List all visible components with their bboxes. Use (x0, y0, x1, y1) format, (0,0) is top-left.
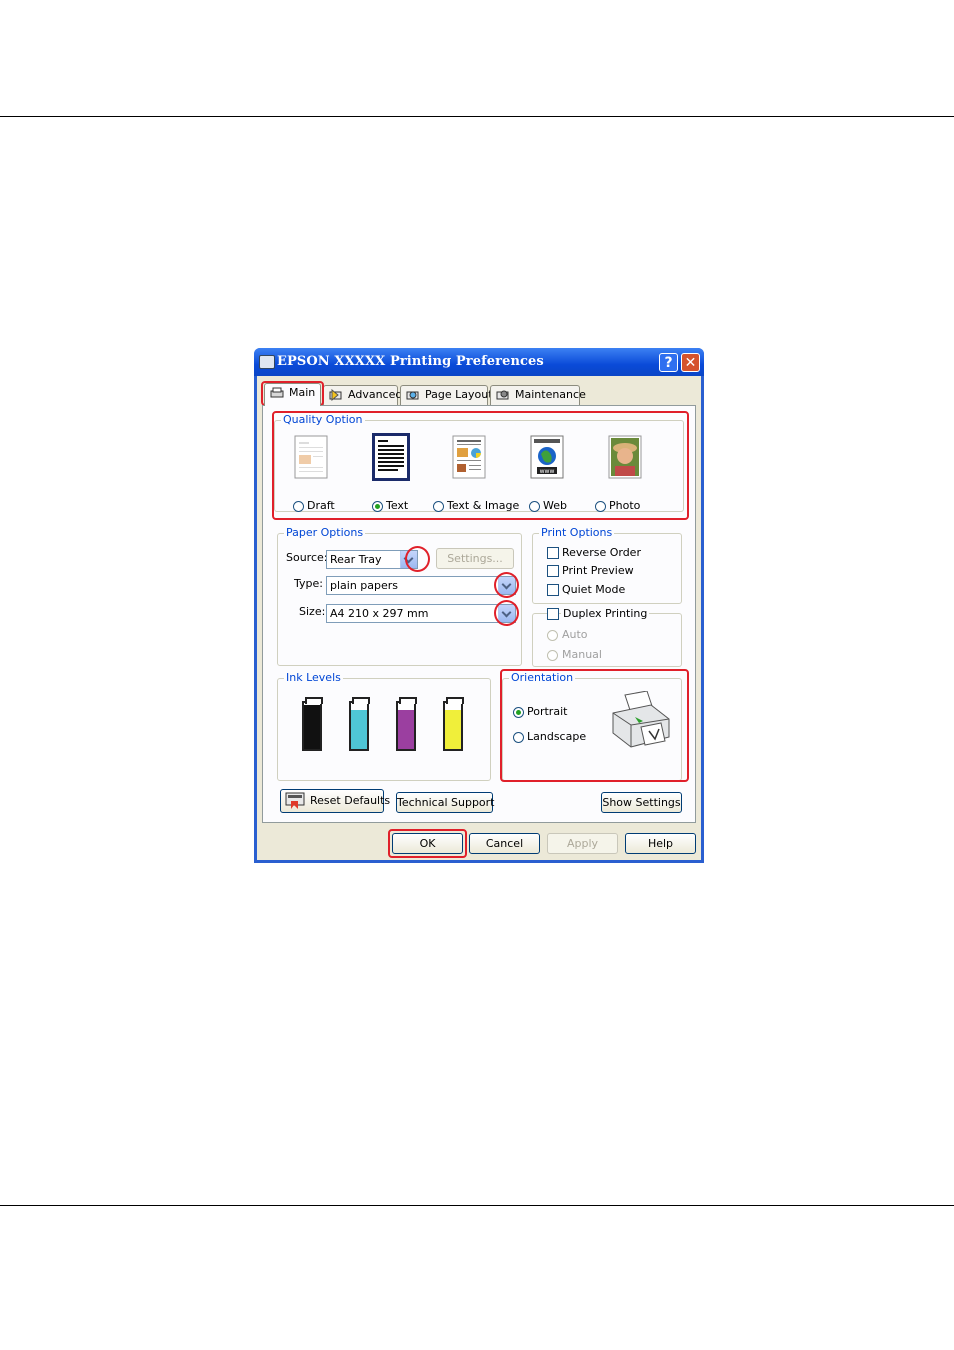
ink-levels-label: Ink Levels (284, 671, 343, 684)
size-label: Size: (299, 605, 326, 618)
duplex-auto-radio[interactable] (547, 630, 558, 641)
tab-advanced-label: Advanced (348, 388, 403, 401)
source-dropdown-highlight (405, 546, 430, 572)
ink-fill (351, 709, 367, 749)
duplex-printing-checkbox[interactable] (547, 608, 559, 620)
ok-button-highlight (388, 829, 467, 858)
tab-page-layout-label: Page Layout (425, 388, 493, 401)
tab-page-layout[interactable]: Page Layout (400, 385, 493, 405)
print-options-group: Print Options Reverse Order Print Previe… (532, 526, 682, 604)
printer-icon (259, 355, 275, 369)
reverse-order-checkbox[interactable] (547, 547, 559, 559)
page-layout-icon (406, 391, 419, 400)
reset-defaults-label: Reset Defaults (310, 794, 391, 807)
reset-defaults-button[interactable]: Reset Defaults (280, 789, 390, 813)
advanced-icon (329, 389, 342, 401)
duplex-manual-radio[interactable] (547, 650, 558, 661)
type-select[interactable]: plain papers (326, 576, 516, 595)
size-dropdown-highlight (494, 600, 519, 626)
dialog-client: Main Advanced Page Layout Maintenance Qu… (257, 376, 701, 860)
tab-main[interactable]: Main (264, 383, 321, 406)
cancel-button[interactable]: Cancel (469, 833, 540, 854)
tab-main-label: Main (289, 386, 316, 399)
type-label: Type: (294, 577, 323, 590)
duplex-manual-label[interactable]: Manual (562, 648, 602, 661)
tab-maintenance[interactable]: Maintenance (490, 385, 586, 405)
tab-advanced[interactable]: Advanced (323, 385, 402, 405)
ink-fill (304, 705, 320, 749)
ink-levels-group: Ink Levels (277, 671, 491, 781)
maintenance-icon (496, 390, 509, 400)
apply-button[interactable]: Apply (547, 833, 618, 854)
duplex-printing-label[interactable]: Duplex Printing (561, 607, 650, 620)
type-value: plain papers (330, 579, 399, 592)
printer-icon (270, 387, 284, 398)
ink-cartridge (396, 697, 417, 751)
ink-cartridge (443, 697, 464, 751)
quality-option-highlight (272, 411, 689, 520)
footer-rule (0, 1205, 954, 1206)
paper-options-label: Paper Options (284, 526, 366, 539)
print-options-label: Print Options (539, 526, 615, 539)
print-preview-checkbox[interactable] (547, 565, 559, 577)
ink-fill (445, 709, 461, 749)
size-value: A4 210 x 297 mm (330, 607, 429, 620)
ink-cartridge (349, 697, 370, 751)
title-close-button[interactable]: ✕ (681, 353, 700, 372)
print-preview-label[interactable]: Print Preview (562, 564, 634, 577)
header-rule (0, 116, 954, 117)
quiet-mode-label[interactable]: Quiet Mode (562, 583, 625, 596)
window-title: EPSON XXXXX Printing Preferences (277, 354, 544, 369)
ink-fill (398, 709, 414, 749)
reverse-order-label[interactable]: Reverse Order (562, 546, 641, 559)
duplex-auto-label[interactable]: Auto (562, 628, 588, 641)
title-help-button[interactable]: ? (659, 353, 678, 372)
reset-defaults-icon (285, 792, 305, 809)
settings-button[interactable]: Settings... (436, 548, 514, 569)
source-label: Source: (286, 551, 328, 564)
tab-maintenance-label: Maintenance (515, 388, 586, 401)
title-bar[interactable]: EPSON XXXXX Printing Preferences ? ✕ (254, 348, 704, 376)
quiet-mode-checkbox[interactable] (547, 584, 559, 596)
show-settings-button[interactable]: Show Settings (601, 792, 682, 813)
type-dropdown-highlight (494, 572, 519, 598)
source-value: Rear Tray (330, 553, 382, 566)
technical-support-button[interactable]: Technical Support (396, 792, 495, 813)
orientation-highlight (500, 669, 689, 782)
printing-preferences-dialog: EPSON XXXXX Printing Preferences ? ✕ Mai… (254, 348, 704, 863)
ink-cartridge (302, 697, 323, 751)
help-button[interactable]: Help (625, 833, 696, 854)
paper-options-group: Paper Options Source: Rear Tray Settings… (277, 526, 522, 666)
size-select[interactable]: A4 210 x 297 mm (326, 604, 516, 623)
duplex-printing-group: Duplex Printing Auto Manual (532, 607, 682, 667)
